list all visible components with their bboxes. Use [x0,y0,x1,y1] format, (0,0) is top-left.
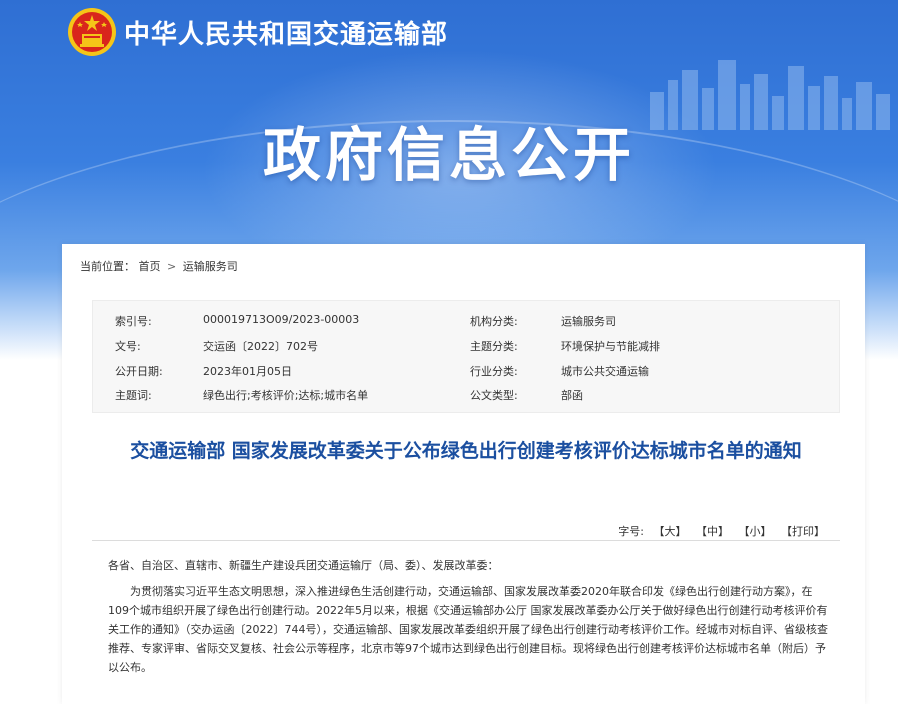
document-title: 交通运输部 国家发展改革委关于公布绿色出行创建考核评价达标城市名单的通知 [130,440,802,462]
font-small-button[interactable]: 【小】 [739,525,772,538]
metadata-label: 主题词: [115,389,152,402]
font-medium-button[interactable]: 【中】 [696,525,729,538]
metadata-value: 000019713O09/2023-00003 [203,313,360,326]
print-button[interactable]: 【打印】 [781,525,825,538]
breadcrumb-separator: > [167,260,177,273]
metadata-label: 文号: [115,340,141,353]
content-panel: 当前位置： 首页 > 运输服务司 索引号: 000019713O09/2023-… [62,244,865,704]
metadata-value: 2023年01月05日 [203,365,292,378]
metadata-table: 索引号: 000019713O09/2023-00003 机构分类: 运输服务司… [92,300,840,413]
metadata-row: 索引号: 000019713O09/2023-00003 机构分类: 运输服务司 [93,313,839,337]
metadata-label: 主题分类: [470,340,518,353]
metadata-value: 绿色出行;考核评价;达标;城市名单 [203,389,369,402]
metadata-value: 运输服务司 [561,315,616,328]
font-large-button[interactable]: 【大】 [654,525,687,538]
metadata-label: 索引号: [115,315,152,328]
breadcrumb-label: 当前位置： [80,260,135,273]
font-size-toolbar: 字号: 【大】 【中】 【小】 【打印】 [618,523,825,539]
metadata-value: 部函 [561,389,583,402]
breadcrumb-current-link[interactable]: 运输服务司 [183,260,238,273]
metadata-label: 公开日期: [115,365,163,378]
metadata-label: 公文类型: [470,389,518,402]
metadata-value: 环境保护与节能减排 [561,340,660,353]
breadcrumb-home-link[interactable]: 首页 [139,260,161,273]
font-size-label: 字号: [618,525,644,538]
metadata-row: 文号: 交运函〔2022〕702号 主题分类: 环境保护与节能减排 [93,338,839,362]
divider [92,540,840,541]
national-emblem-icon [66,6,118,58]
metadata-row: 主题词: 绿色出行;考核评价;达标;城市名单 公文类型: 部函 [93,387,839,411]
hero-title: 政府信息公开 [262,121,635,189]
salutation: 各省、自治区、直辖市、新疆生产建设兵团交通运输厅（局、委）、发展改革委： [108,559,499,572]
metadata-row: 公开日期: 2023年01月05日 行业分类: 城市公共交通运输 [93,363,839,387]
metadata-label: 行业分类: [470,365,518,378]
body-paragraph: 为贯彻落实习近平生态文明思想，深入推进绿色生活创建行动，交通运输部、国家发展改革… [108,585,828,674]
breadcrumb: 当前位置： 首页 > 运输服务司 [80,258,238,274]
metadata-label: 机构分类: [470,315,518,328]
metadata-value: 交运函〔2022〕702号 [203,340,318,353]
document-body: 各省、自治区、直辖市、新疆生产建设兵团交通运输厅（局、委）、发展改革委： 为贯彻… [108,556,828,677]
metadata-value: 城市公共交通运输 [561,365,649,378]
ministry-name: 中华人民共和国交通运输部 [124,20,449,50]
